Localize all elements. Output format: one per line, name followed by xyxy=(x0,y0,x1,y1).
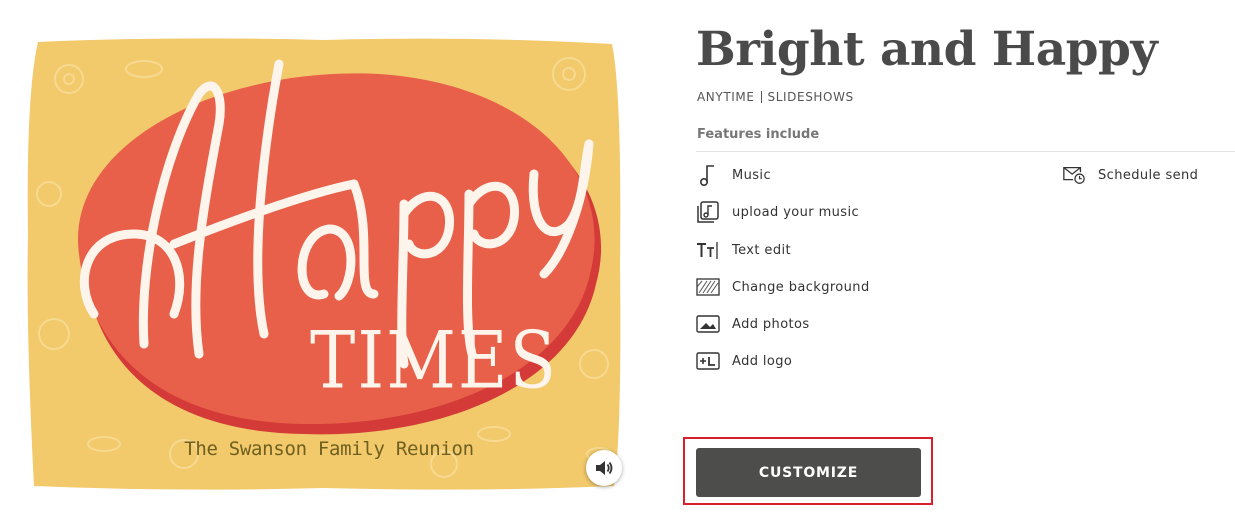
music-note-icon xyxy=(696,163,720,187)
schedule-send-icon xyxy=(1062,163,1086,187)
feature-change-background: Change background xyxy=(696,275,870,299)
card-preview: TIMES The Swanson Family Reunion xyxy=(24,34,624,492)
background-icon xyxy=(696,275,720,299)
product-tags: ANYTIME SLIDESHOWS xyxy=(697,90,854,104)
customize-button[interactable]: CUSTOMIZE xyxy=(696,448,921,497)
speaker-icon xyxy=(596,461,613,475)
feature-label: Text edit xyxy=(732,242,791,258)
divider xyxy=(696,151,1235,152)
feature-text-edit: Text edit xyxy=(696,238,791,262)
product-title: Bright and Happy xyxy=(696,22,1158,77)
feature-schedule-send: Schedule send xyxy=(1062,163,1198,187)
text-edit-icon xyxy=(696,238,720,262)
feature-label: Schedule send xyxy=(1098,167,1199,183)
feature-upload-music: upload your music xyxy=(696,200,859,224)
card-headline-times: TIMES xyxy=(310,316,559,407)
tag-occasion[interactable]: ANYTIME xyxy=(697,90,755,104)
feature-add-photos: Add photos xyxy=(696,312,810,336)
tag-divider xyxy=(760,91,762,103)
logo-icon xyxy=(696,349,720,373)
feature-label: upload your music xyxy=(732,204,860,220)
sound-toggle-button[interactable] xyxy=(586,450,622,486)
feature-label: Change background xyxy=(732,279,870,295)
tag-category[interactable]: SLIDESHOWS xyxy=(768,90,854,104)
photo-icon xyxy=(696,312,720,336)
feature-music: Music xyxy=(696,163,771,187)
feature-label: Music xyxy=(732,167,771,183)
features-heading: Features include xyxy=(697,127,820,142)
upload-music-icon xyxy=(696,200,720,224)
card-subtitle: The Swanson Family Reunion xyxy=(184,438,474,460)
card-artwork xyxy=(27,38,621,490)
feature-add-logo: Add logo xyxy=(696,349,792,373)
feature-label: Add photos xyxy=(732,316,810,332)
feature-label: Add logo xyxy=(732,353,793,369)
